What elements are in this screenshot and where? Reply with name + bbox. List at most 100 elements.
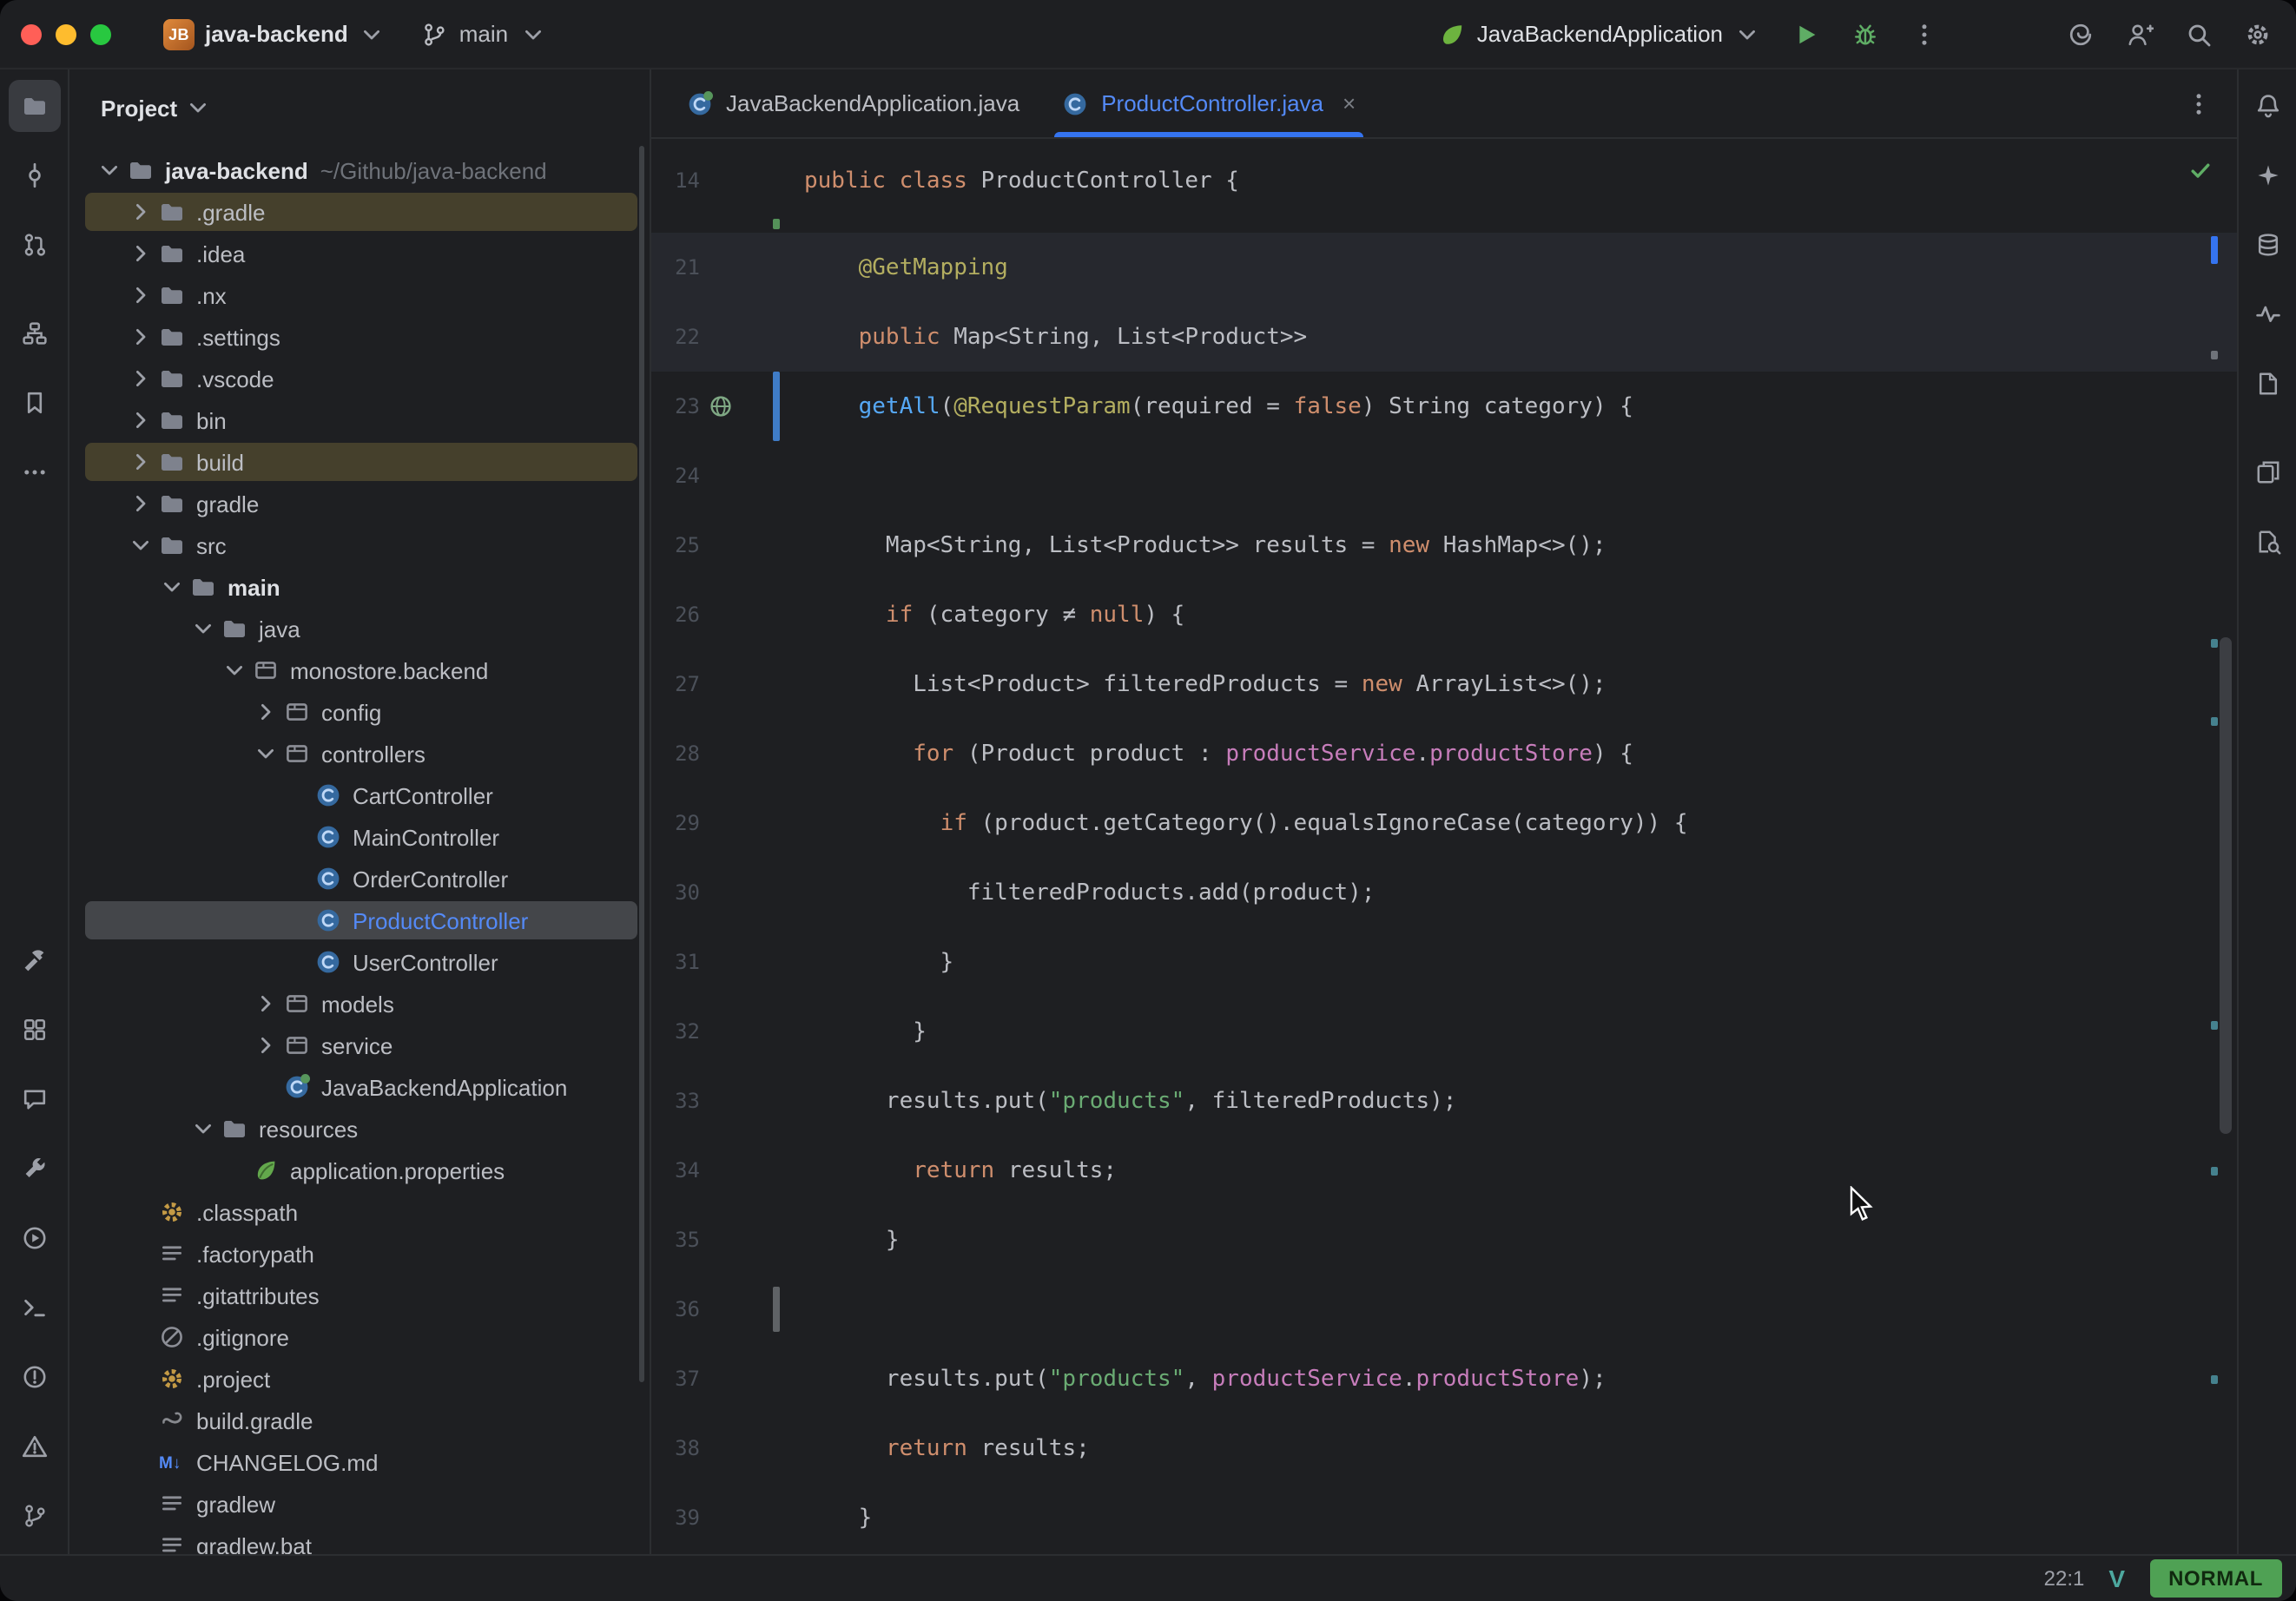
code-line-37[interactable]: 37 results.put("products", productServic… (651, 1344, 2237, 1413)
tree-item-gitignore[interactable]: .gitignore (69, 1316, 650, 1358)
chevron-down-icon[interactable] (94, 156, 123, 184)
tool-button-problems[interactable] (9, 1351, 61, 1403)
more-actions-button[interactable] (1900, 10, 1949, 58)
tool-button-terminal[interactable] (9, 1281, 61, 1334)
ai-assistant-button[interactable] (2056, 10, 2105, 58)
tree-item-usercontroller[interactable]: UserController (69, 941, 650, 983)
tab-productcontroller-java[interactable]: ProductController.java× (1040, 69, 1376, 137)
tree-item-factorypath[interactable]: .factorypath (69, 1233, 650, 1275)
settings-button[interactable] (2233, 10, 2282, 58)
tab-options-button[interactable] (2174, 80, 2223, 128)
tree-item-changelog-md[interactable]: M↓CHANGELOG.md (69, 1441, 650, 1483)
tool-button-run[interactable] (9, 1212, 61, 1264)
run-config-widget[interactable]: JavaBackendApplication (1428, 13, 1771, 55)
caret-position-widget[interactable]: 22:1 (2044, 1566, 2085, 1591)
tree-item-gradlew[interactable]: gradlew (69, 1483, 650, 1525)
chevron-down-icon[interactable] (219, 656, 248, 684)
tool-button-warnings[interactable] (9, 1420, 61, 1473)
tree-item-models[interactable]: models (69, 983, 650, 1025)
tool-button-notifications[interactable] (2244, 82, 2293, 130)
code-line-14[interactable]: 14public class ProductController { (651, 146, 2237, 215)
chevron-right-icon[interactable] (250, 1031, 280, 1059)
minimize-window-button[interactable] (56, 23, 76, 44)
tree-item-maincontroller[interactable]: MainController (69, 816, 650, 858)
tool-button-version-control[interactable] (9, 1490, 61, 1542)
tree-item-javabackendapplication[interactable]: JavaBackendApplication (69, 1066, 650, 1108)
chevron-right-icon[interactable] (125, 240, 155, 267)
tree-item-project[interactable]: .project (69, 1358, 650, 1400)
tab-javabackendapplication-java[interactable]: JavaBackendApplication.java (665, 69, 1040, 137)
close-tab-icon[interactable]: × (1343, 92, 1356, 115)
tool-button-ai-assistant[interactable] (2244, 151, 2293, 200)
debug-button[interactable] (1841, 10, 1890, 58)
editor-scrollbar[interactable] (2220, 637, 2232, 1134)
code-line-39[interactable]: 39 } (651, 1483, 2237, 1552)
tree-item-gitattributes[interactable]: .gitattributes (69, 1275, 650, 1316)
tool-button-commit[interactable] (9, 149, 61, 201)
code-line-24[interactable]: 24 (651, 441, 2237, 511)
chevron-right-icon[interactable] (125, 323, 155, 351)
tree-item-monostore-backend[interactable]: monostore.backend (69, 649, 650, 691)
tree-item-src[interactable]: src (69, 524, 650, 566)
tree-item-controllers[interactable]: controllers (69, 733, 650, 774)
run-button[interactable] (1782, 10, 1831, 58)
tool-button-documentation[interactable] (2244, 359, 2293, 408)
code-line-29[interactable]: 29 if (product.getCategory().equalsIgnor… (651, 788, 2237, 858)
vim-mode-badge[interactable]: NORMAL (2149, 1559, 2282, 1598)
chevron-down-icon[interactable] (188, 1115, 217, 1143)
tree-item-settings[interactable]: .settings (69, 316, 650, 358)
ideavim-icon[interactable]: V (2108, 1565, 2125, 1592)
code-line-36[interactable]: 36 (651, 1275, 2237, 1344)
code-area[interactable]: 14public class ProductController {21 @Ge… (651, 139, 2237, 1554)
chevron-down-icon[interactable] (125, 531, 155, 559)
tree-item-gradle[interactable]: gradle (69, 483, 650, 524)
code-line-32[interactable]: 32 } (651, 997, 2237, 1066)
tree-item-idea[interactable]: .idea (69, 233, 650, 274)
tree-item-build-gradle[interactable]: build.gradle (69, 1400, 650, 1441)
code-line-22[interactable]: 22 public Map<String, List<Product>> (651, 302, 2237, 372)
tree-item-application-properties[interactable]: application.properties (69, 1150, 650, 1191)
tree-item-java[interactable]: java (69, 608, 650, 649)
tree-item-build[interactable]: build (69, 441, 650, 483)
tree-item-bin[interactable]: bin (69, 399, 650, 441)
code-line-34[interactable]: 34 return results; (651, 1136, 2237, 1205)
tree-item-cartcontroller[interactable]: CartController (69, 774, 650, 816)
tree-item-ordercontroller[interactable]: OrderController (69, 858, 650, 899)
chevron-right-icon[interactable] (250, 698, 280, 726)
tool-button-tools[interactable] (9, 1143, 61, 1195)
tool-button-ai-chat[interactable] (9, 1073, 61, 1125)
tool-button-build[interactable] (9, 934, 61, 986)
chevron-right-icon[interactable] (125, 448, 155, 476)
code-line-28[interactable]: 28 for (Product product : productService… (651, 719, 2237, 788)
tool-button-bookmarks[interactable] (9, 377, 61, 429)
tree-item-service[interactable]: service (69, 1025, 650, 1066)
code-line-25[interactable]: 25 Map<String, List<Product>> results = … (651, 511, 2237, 580)
chevron-right-icon[interactable] (125, 281, 155, 309)
project-panel-header[interactable]: Project (69, 69, 650, 146)
tree-item-gradlew-bat[interactable]: gradlew.bat (69, 1525, 650, 1554)
tool-button-database[interactable] (2244, 221, 2293, 269)
chevron-right-icon[interactable] (125, 406, 155, 434)
tool-button-dependencies[interactable] (2244, 448, 2293, 497)
tool-button-project[interactable] (9, 80, 61, 132)
chevron-right-icon[interactable] (125, 365, 155, 392)
tree-item-main[interactable]: main (69, 566, 650, 608)
chevron-right-icon[interactable] (250, 990, 280, 1018)
tree-item-classpath[interactable]: .classpath (69, 1191, 650, 1233)
tree-item-java-backend[interactable]: java-backend~/Github/java-backend (69, 149, 650, 191)
close-window-button[interactable] (21, 23, 42, 44)
code-line-33[interactable]: 33 results.put("products", filteredProdu… (651, 1066, 2237, 1136)
chevron-down-icon[interactable] (188, 615, 217, 642)
code-line-30[interactable]: 30 filteredProducts.add(product); (651, 858, 2237, 927)
code-line-31[interactable]: 31 } (651, 927, 2237, 997)
tree-item-resources[interactable]: resources (69, 1108, 650, 1150)
chevron-down-icon[interactable] (156, 573, 186, 601)
code-line-27[interactable]: 27 List<Product> filteredProducts = new … (651, 649, 2237, 719)
zoom-window-button[interactable] (90, 23, 111, 44)
search-everywhere-button[interactable] (2174, 10, 2223, 58)
chevron-right-icon[interactable] (125, 198, 155, 226)
code-with-me-button[interactable] (2115, 10, 2164, 58)
tree-item-gradle[interactable]: .gradle (69, 191, 650, 233)
code-line-23[interactable]: 23 getAll(@RequestParam(required = false… (651, 372, 2237, 441)
branch-widget[interactable]: main (411, 13, 557, 55)
